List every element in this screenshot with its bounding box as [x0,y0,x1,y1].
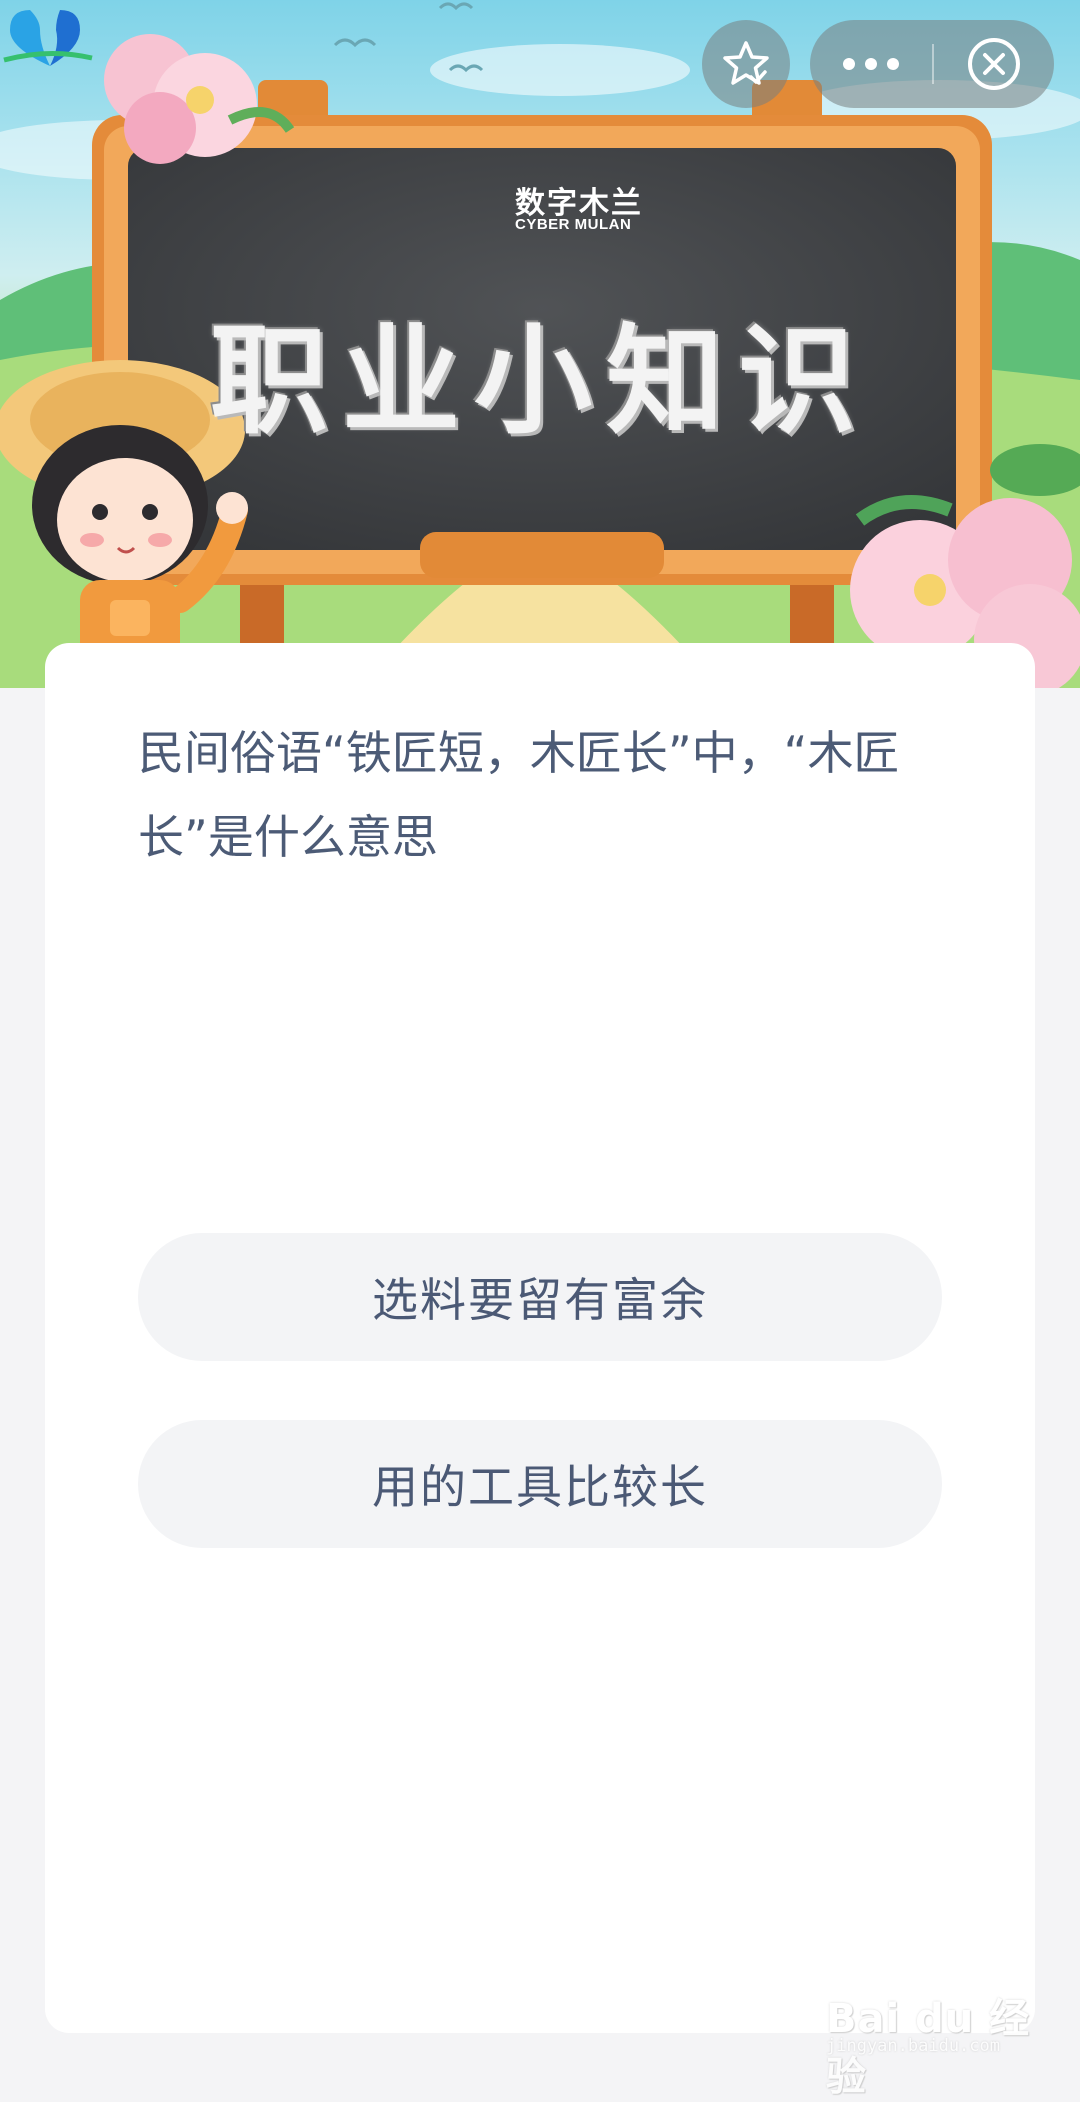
watermark-url: jingyan.baidu.com [826,2036,1000,2056]
baidu-jingyan-watermark: Bai du 经验 jingyan.baidu.com [826,1986,1066,2100]
banner-title: 职业小知识 [209,312,870,450]
answer-option-2[interactable]: 用的工具比较长 [138,1420,942,1548]
capsule-menu [810,20,1054,108]
close-button[interactable] [934,20,1054,108]
more-button[interactable] [810,20,932,108]
close-circle-icon [968,38,1020,90]
star-check-icon [723,41,769,85]
more-dots-icon [843,58,899,70]
answer-option-1[interactable]: 选料要留有富余 [138,1233,942,1361]
cyber-mulan-logo-icon [3,10,93,66]
favorite-button[interactable] [702,20,790,108]
quiz-card: 民间俗语“铁匠短，木匠长”中，“木匠长”是什么意思 选料要留有富余 用的工具比较… [45,643,1035,2033]
question-text: 民间俗语“铁匠短，木匠长”中，“木匠长”是什么意思 [138,726,900,864]
logo-subtext: CYBER MULAN [515,216,632,233]
